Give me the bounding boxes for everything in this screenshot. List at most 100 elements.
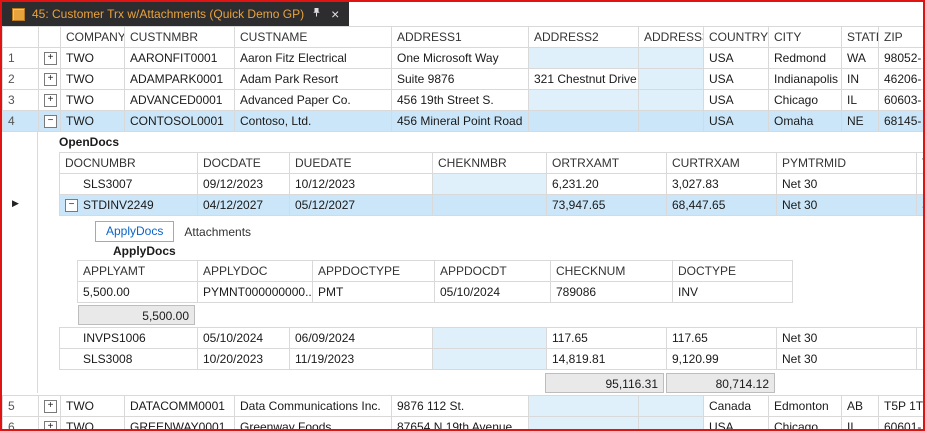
cell-curtrxam[interactable]: 68,447.65 xyxy=(666,194,777,216)
cell-state[interactable]: WA xyxy=(841,47,879,69)
cell-address3[interactable] xyxy=(638,89,704,111)
cell-docdate[interactable]: 05/10/2024 xyxy=(197,327,290,349)
cell-pymtrmid[interactable]: Net 30 xyxy=(776,327,917,349)
cell-country[interactable]: USA xyxy=(703,47,769,69)
cell-custname[interactable]: Data Communications Inc. xyxy=(234,395,392,417)
cell-country[interactable]: USA xyxy=(703,110,769,132)
expand-icon[interactable]: + xyxy=(44,52,57,66)
cell-custnmbr[interactable]: ADAMPARK0001 xyxy=(124,68,235,90)
cell-cheknmbr[interactable] xyxy=(432,327,547,349)
cell-country[interactable]: Canada xyxy=(703,395,769,417)
cell-checknum[interactable]: 789086 xyxy=(550,281,673,303)
cell-pymtrmid[interactable]: Net 30 xyxy=(776,348,917,370)
col-header-pymtrmid[interactable]: PYMTRMID xyxy=(776,152,917,174)
cell-custnmbr[interactable]: AARONFIT0001 xyxy=(124,47,235,69)
cell-address1[interactable]: One Microsoft Way xyxy=(391,47,529,69)
cell-address3[interactable] xyxy=(638,47,704,69)
col-header-address2[interactable]: ADDRESS2 xyxy=(528,26,639,48)
cell-company[interactable]: TWO xyxy=(60,47,125,69)
cell-zip[interactable]: 98052- xyxy=(878,47,923,69)
cell-docdate[interactable]: 04/12/2027 xyxy=(197,194,290,216)
col-header-curtrxam[interactable]: CURTRXAM xyxy=(666,152,777,174)
cell-docnumbr[interactable]: − STDINV2249 xyxy=(59,194,198,216)
row-number[interactable]: 3 xyxy=(2,89,39,111)
cell-state[interactable]: IN xyxy=(841,68,879,90)
row-number[interactable]: 5 xyxy=(2,395,39,417)
col-header-docdate[interactable]: DOCDATE xyxy=(197,152,290,174)
cell-country[interactable]: USA xyxy=(703,416,769,429)
col-header-city[interactable]: CITY xyxy=(768,26,842,48)
cell-docdate[interactable]: 09/12/2023 xyxy=(197,173,290,195)
pin-icon[interactable] xyxy=(311,7,322,21)
cell-custname[interactable]: Contoso, Ltd. xyxy=(234,110,392,132)
cell-zip[interactable]: T5P 1T xyxy=(878,395,923,417)
col-header-applyamt[interactable]: APPLYAMT xyxy=(77,260,198,282)
cell-country[interactable]: USA xyxy=(703,68,769,90)
cell-ortrxamt[interactable]: 6,231.20 xyxy=(546,173,667,195)
col-header-applydoc[interactable]: APPLYDOC xyxy=(197,260,313,282)
col-header-custname[interactable]: CUSTNAME xyxy=(234,26,392,48)
cell-city[interactable]: Omaha xyxy=(768,110,842,132)
cell-duedate[interactable]: 10/12/2023 xyxy=(289,173,433,195)
cell-city[interactable]: Chicago xyxy=(768,416,842,429)
cell-applyamt[interactable]: 5,500.00 xyxy=(77,281,198,303)
cell-address3[interactable] xyxy=(638,416,704,429)
cell-duedate[interactable]: 06/09/2024 xyxy=(289,327,433,349)
cell-company[interactable]: TWO xyxy=(60,89,125,111)
cell-ortrxamt[interactable]: 73,947.65 xyxy=(546,194,667,216)
cell-state[interactable]: NE xyxy=(841,110,879,132)
col-header-company[interactable]: COMPANY xyxy=(60,26,125,48)
cell-address1[interactable]: Suite 9876 xyxy=(391,68,529,90)
cell-address1[interactable]: 87654 N 19th Avenue xyxy=(391,416,529,429)
cell-ortrxamt[interactable]: 117.65 xyxy=(546,327,667,349)
cell-doctype[interactable]: INV xyxy=(672,281,793,303)
cell-custnmbr[interactable]: GREENWAY0001 xyxy=(124,416,235,429)
cell-address2[interactable] xyxy=(528,89,639,111)
cell-state[interactable]: IL xyxy=(841,416,879,429)
row-number[interactable]: 4 xyxy=(2,110,39,132)
cell-applydoc[interactable]: PYMNT000000000... xyxy=(197,281,313,303)
cell-address3[interactable] xyxy=(638,110,704,132)
cell-zip[interactable]: 60603- xyxy=(878,89,923,111)
cell-address2[interactable] xyxy=(528,416,639,429)
cell-truncated[interactable]: I xyxy=(916,327,923,349)
cell-custname[interactable]: Aaron Fitz Electrical xyxy=(234,47,392,69)
col-header-appdocdt[interactable]: APPDOCDT xyxy=(434,260,551,282)
cell-cheknmbr[interactable] xyxy=(432,348,547,370)
cell-address1[interactable]: 456 Mineral Point Road xyxy=(391,110,529,132)
cell-cheknmbr[interactable] xyxy=(432,173,547,195)
cell-zip[interactable]: 46206- xyxy=(878,68,923,90)
cell-docnumbr[interactable]: INVPS1006 xyxy=(59,327,198,349)
tab-attachments[interactable]: Attachments xyxy=(174,223,261,242)
cell-truncated[interactable] xyxy=(916,348,923,370)
cell-state[interactable]: AB xyxy=(841,395,879,417)
col-header-address1[interactable]: ADDRESS1 xyxy=(391,26,529,48)
row-number[interactable]: 6 xyxy=(2,416,39,429)
cell-appdocdt[interactable]: 05/10/2024 xyxy=(434,281,551,303)
cell-cheknmbr[interactable] xyxy=(432,194,547,216)
cell-company[interactable]: TWO xyxy=(60,110,125,132)
cell-custnmbr[interactable]: ADVANCED0001 xyxy=(124,89,235,111)
cell-curtrxam[interactable]: 9,120.99 xyxy=(666,348,777,370)
col-header-ortrxamt[interactable]: ORTRXAMT xyxy=(546,152,667,174)
col-header-doctype[interactable]: DOCTYPE xyxy=(672,260,793,282)
cell-address2[interactable]: 321 Chestnut Drive xyxy=(528,68,639,90)
row-number[interactable]: 1 xyxy=(2,47,39,69)
cell-address3[interactable] xyxy=(638,395,704,417)
expand-icon[interactable]: + xyxy=(44,73,57,87)
close-icon[interactable]: × xyxy=(331,7,339,21)
expand-icon[interactable]: + xyxy=(44,94,57,108)
col-header-custnmbr[interactable]: CUSTNMBR xyxy=(124,26,235,48)
expand-icon[interactable]: + xyxy=(44,400,57,414)
col-header-appdoctype[interactable]: APPDOCTYPE xyxy=(312,260,435,282)
col-header-zip[interactable]: ZIP xyxy=(878,26,923,48)
cell-docnumbr[interactable]: SLS3008 xyxy=(59,348,198,370)
cell-address2[interactable] xyxy=(528,47,639,69)
col-header-docnumbr[interactable]: DOCNUMBR xyxy=(59,152,198,174)
collapse-icon[interactable]: − xyxy=(44,115,57,129)
col-header-state[interactable]: STATE xyxy=(841,26,879,48)
cell-docdate[interactable]: 10/20/2023 xyxy=(197,348,290,370)
cell-pymtrmid[interactable]: Net 30 xyxy=(776,194,917,216)
col-header-duedate[interactable]: DUEDATE xyxy=(289,152,433,174)
cell-country[interactable]: USA xyxy=(703,89,769,111)
